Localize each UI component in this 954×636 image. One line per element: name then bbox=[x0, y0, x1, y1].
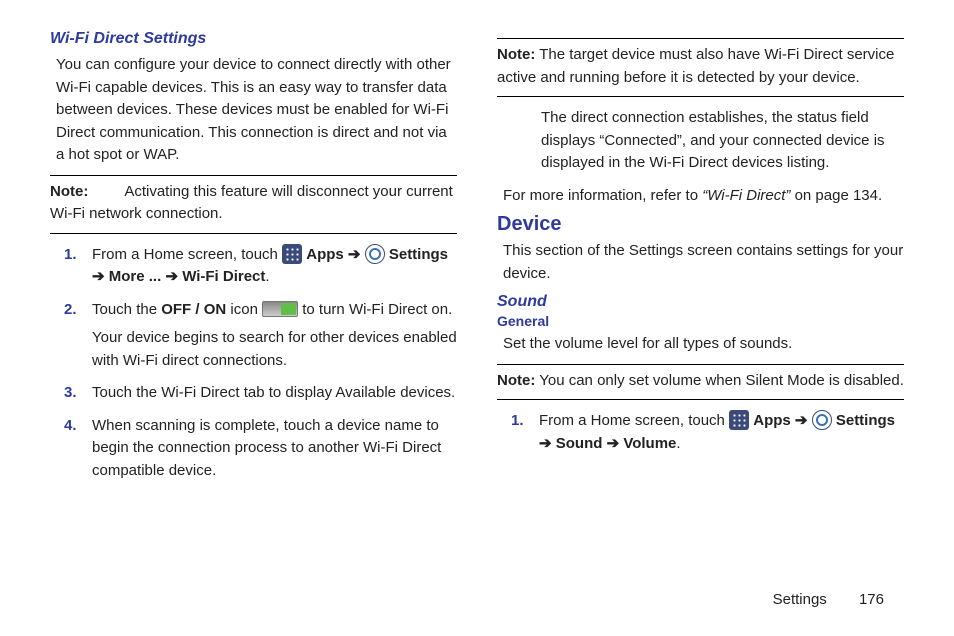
arrow-icon: ➔ bbox=[539, 435, 552, 452]
step-number: 1. bbox=[511, 410, 524, 433]
step-3-text: Touch the Wi-Fi Direct tab to display Av… bbox=[92, 384, 455, 401]
arrow-icon: ➔ bbox=[607, 435, 620, 452]
note-label: Note: bbox=[50, 183, 88, 200]
step-2-text-c: to turn Wi-Fi Direct on. bbox=[302, 301, 452, 318]
wifi-direct-label: Wi-Fi Direct bbox=[182, 268, 265, 285]
note-box-1: Note:Activating this feature will discon… bbox=[50, 175, 457, 234]
period: . bbox=[676, 435, 680, 452]
heading-sound: Sound bbox=[497, 293, 904, 311]
step-1: 1. From a Home screen, touch Apps ➔ Sett… bbox=[64, 244, 457, 289]
note-body: The target device must also have Wi-Fi D… bbox=[497, 46, 894, 86]
right-column: Note: The target device must also have W… bbox=[497, 30, 904, 492]
ref-a: For more information, refer to bbox=[503, 187, 702, 204]
note-text: Note: You can only set volume when Silen… bbox=[497, 370, 904, 393]
toggle-icon bbox=[262, 301, 298, 317]
note-box-2: Note: The target device must also have W… bbox=[497, 38, 904, 97]
device-paragraph: This section of the Settings screen cont… bbox=[503, 240, 904, 285]
step-number: 2. bbox=[64, 299, 77, 322]
arrow-icon: ➔ bbox=[92, 268, 105, 285]
step-number: 1. bbox=[64, 244, 77, 267]
general-paragraph: Set the volume level for all types of so… bbox=[503, 333, 904, 356]
steps-list-right: 1. From a Home screen, touch Apps ➔ Sett… bbox=[511, 410, 904, 455]
step-2-sub: Your device begins to search for other d… bbox=[92, 327, 457, 372]
note-text: Note: The target device must also have W… bbox=[497, 44, 904, 89]
step-2-text-a: Touch the bbox=[92, 301, 161, 318]
step-2: 2. Touch the OFF / ON icon to turn Wi-Fi… bbox=[64, 299, 457, 373]
settings-label: Settings bbox=[389, 246, 448, 263]
arrow-icon: ➔ bbox=[165, 268, 178, 285]
ref-b: on page 134. bbox=[795, 187, 883, 204]
connection-paragraph: The direct connection establishes, the s… bbox=[541, 107, 904, 175]
left-column: Wi-Fi Direct Settings You can configure … bbox=[50, 30, 457, 492]
apps-label: Apps bbox=[753, 412, 795, 429]
note-text: Note:Activating this feature will discon… bbox=[50, 181, 457, 226]
heading-wifi-direct: Wi-Fi Direct Settings bbox=[50, 30, 457, 48]
period: . bbox=[265, 268, 269, 285]
ref-italic: “Wi-Fi Direct” bbox=[702, 187, 794, 204]
settings-icon bbox=[365, 244, 385, 264]
more-label: More ... bbox=[109, 268, 166, 285]
reference-line: For more information, refer to “Wi-Fi Di… bbox=[503, 185, 904, 208]
footer-page-number: 176 bbox=[859, 591, 884, 608]
step-4: 4. When scanning is complete, touch a de… bbox=[64, 415, 457, 483]
step-1-text-a: From a Home screen, touch bbox=[539, 412, 729, 429]
apps-label: Apps bbox=[306, 246, 348, 263]
arrow-icon: ➔ bbox=[348, 246, 361, 263]
sound-label: Sound bbox=[556, 435, 607, 452]
step-1-text-a: From a Home screen, touch bbox=[92, 246, 282, 263]
apps-icon bbox=[729, 410, 749, 430]
step-4-text: When scanning is complete, touch a devic… bbox=[92, 417, 441, 479]
step-3: 3. Touch the Wi-Fi Direct tab to display… bbox=[64, 382, 457, 405]
intro-paragraph: You can configure your device to connect… bbox=[56, 54, 457, 167]
note-box-3: Note: You can only set volume when Silen… bbox=[497, 364, 904, 401]
step-2-text-b: icon bbox=[230, 301, 262, 318]
heading-general: General bbox=[497, 313, 904, 329]
off-on-label: OFF / ON bbox=[161, 301, 226, 318]
page-footer: Settings 176 bbox=[773, 591, 884, 608]
arrow-icon: ➔ bbox=[795, 412, 808, 429]
step-number: 3. bbox=[64, 382, 77, 405]
footer-section: Settings bbox=[773, 591, 827, 608]
heading-device: Device bbox=[497, 213, 904, 236]
note-body: You can only set volume when Silent Mode… bbox=[539, 372, 904, 389]
note-label: Note: bbox=[497, 46, 535, 63]
volume-label: Volume bbox=[623, 435, 676, 452]
settings-label: Settings bbox=[836, 412, 895, 429]
settings-icon bbox=[812, 410, 832, 430]
apps-icon bbox=[282, 244, 302, 264]
step-1: 1. From a Home screen, touch Apps ➔ Sett… bbox=[511, 410, 904, 455]
note-label: Note: bbox=[497, 372, 535, 389]
step-number: 4. bbox=[64, 415, 77, 438]
steps-list-left: 1. From a Home screen, touch Apps ➔ Sett… bbox=[64, 244, 457, 483]
